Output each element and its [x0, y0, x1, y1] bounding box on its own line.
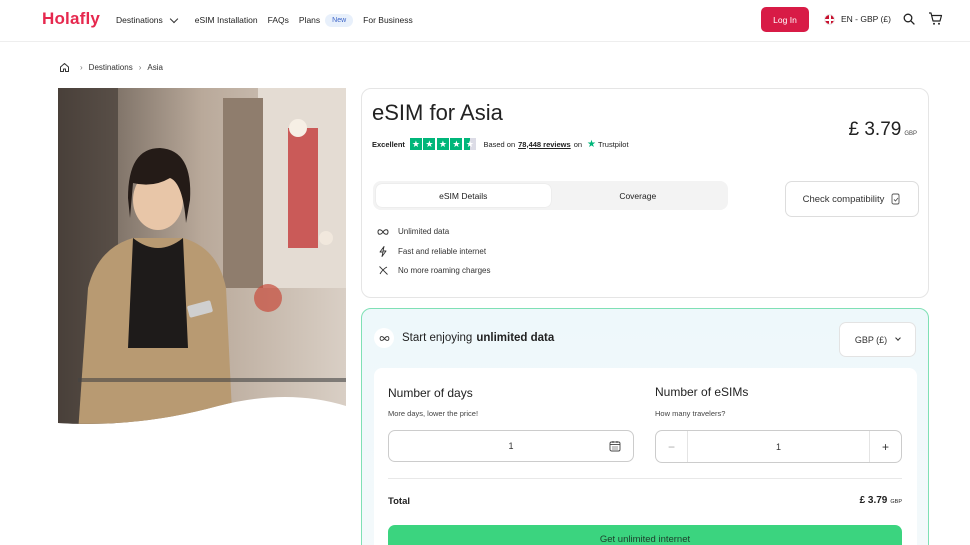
breadcrumb-separator: › — [80, 63, 83, 72]
no-roaming-icon — [377, 265, 389, 277]
home-icon[interactable] — [59, 62, 70, 73]
days-subtitle: More days, lower the price! — [388, 409, 479, 418]
currency-select-value: GBP (£) — [854, 334, 888, 345]
rating-label: Excellent — [372, 139, 405, 149]
nav-destinations[interactable]: Destinations — [116, 14, 179, 25]
tab-coverage[interactable]: Coverage — [551, 184, 726, 207]
increment-button[interactable]: + — [869, 431, 901, 462]
divider — [388, 478, 902, 479]
product-price: £ 3.79 GBP — [849, 119, 918, 141]
breadcrumb: › Destinations › Asia — [59, 62, 163, 73]
feature-label: No more roaming charges — [398, 266, 491, 276]
feature-list: Unlimited data Fast and reliable interne… — [377, 222, 490, 281]
total-price-value: £ 3.79 — [859, 495, 888, 506]
total-label: Total — [388, 496, 410, 507]
plan-headline-prefix: Start enjoying — [402, 332, 473, 344]
days-title: Number of days — [388, 386, 473, 400]
total-price: £ 3.79 GBP — [860, 495, 902, 506]
esims-title: Number of eSIMs — [655, 385, 749, 399]
product-price-value: £ 3.79 — [848, 119, 902, 140]
uk-flag-icon — [824, 13, 835, 25]
breadcrumb-asia: Asia — [147, 63, 163, 72]
phone-check-icon — [891, 193, 900, 205]
plan-headline: Start enjoying unlimited data — [374, 328, 554, 348]
product-tabs: eSIM Details Coverage — [373, 181, 728, 210]
check-compatibility-button[interactable]: Check compatibility — [785, 181, 919, 217]
total-price-currency: GBP — [890, 499, 902, 505]
tab-esim-details[interactable]: eSIM Details — [376, 184, 551, 207]
chevron-down-icon — [895, 335, 902, 341]
top-header: Holafly Destinations eSIM Installation F… — [0, 0, 970, 42]
plan-headline-bold: unlimited data — [476, 332, 555, 344]
esims-value[interactable]: 1 — [688, 442, 869, 452]
nav-plans[interactable]: Plans New — [298, 13, 354, 27]
trustpilot-rating: Excellent ★ ★ ★ ★ ★ Based on 78,448 revi… — [372, 138, 629, 150]
new-badge: New — [325, 13, 354, 27]
lightning-icon — [377, 245, 389, 257]
nav-for-business[interactable]: For Business — [363, 15, 413, 25]
nav-faqs[interactable]: FAQs — [268, 15, 289, 25]
nav-for-business-label: For Business — [363, 15, 413, 25]
rating-based-on: Based on — [483, 139, 516, 149]
feature-item: Unlimited data — [377, 222, 490, 242]
esims-stepper: − 1 + — [655, 430, 902, 463]
currency-select[interactable]: GBP (£) — [839, 322, 916, 357]
holafly-logo[interactable]: Holafly — [42, 9, 100, 29]
get-unlimited-internet-button[interactable]: Get unlimited internet — [388, 525, 902, 545]
language-selector[interactable]: EN - GBP (£) — [824, 9, 891, 29]
breadcrumb-separator: › — [138, 63, 142, 72]
decrement-button[interactable]: − — [656, 431, 688, 462]
main-nav: Destinations eSIM Installation FAQs Plan… — [116, 0, 423, 40]
star-icon: ★ — [423, 138, 436, 150]
nav-plans-label: Plans — [298, 15, 321, 25]
nav-faqs-label: FAQs — [267, 15, 289, 25]
breadcrumb-destinations[interactable]: Destinations — [89, 63, 133, 72]
star-icon: ★ — [409, 138, 422, 150]
star-icon: ★ — [436, 138, 449, 150]
feature-label: Unlimited data — [398, 227, 450, 237]
infinity-icon — [374, 328, 394, 348]
feature-item: Fast and reliable internet — [377, 242, 490, 262]
language-label: EN - GBP (£) — [841, 14, 891, 24]
nav-esim-installation-label: eSIM Installation — [194, 15, 258, 25]
feature-label: Fast and reliable internet — [398, 246, 487, 256]
infinity-icon — [377, 226, 389, 238]
esims-subtitle: How many travelers? — [655, 409, 726, 418]
login-button[interactable]: Log In — [761, 7, 809, 32]
half-star-icon: ★ — [463, 138, 476, 150]
star-icon: ★ — [450, 138, 463, 150]
hero-image — [58, 88, 346, 424]
trustpilot-label: Trustpilot — [598, 139, 629, 149]
trustpilot-star-icon: ★ — [587, 138, 596, 150]
product-price-currency: GBP — [904, 131, 917, 137]
nav-esim-installation[interactable]: eSIM Installation — [195, 15, 258, 25]
chevron-down-icon — [169, 14, 179, 23]
feature-item: No more roaming charges — [377, 261, 490, 281]
check-compatibility-label: Check compatibility — [802, 193, 885, 205]
product-card: eSIM for Asia £ 3.79 GBP Excellent ★ ★ ★… — [361, 88, 929, 298]
cart-icon[interactable] — [928, 11, 943, 26]
search-icon[interactable] — [903, 13, 915, 25]
nav-destinations-label: Destinations — [116, 15, 163, 25]
days-value: 1 — [508, 441, 514, 451]
plan-card: Start enjoying unlimited data GBP (£) Nu… — [361, 308, 929, 545]
reviews-link[interactable]: 78,448 reviews — [518, 140, 571, 149]
rating-on: on — [573, 139, 583, 149]
calendar-icon[interactable] — [609, 440, 621, 452]
days-input[interactable]: 1 — [388, 430, 634, 462]
plan-configurator: Number of days More days, lower the pric… — [374, 368, 917, 545]
rating-stars: ★ ★ ★ ★ ★ — [409, 138, 478, 150]
product-title: eSIM for Asia — [372, 100, 503, 125]
